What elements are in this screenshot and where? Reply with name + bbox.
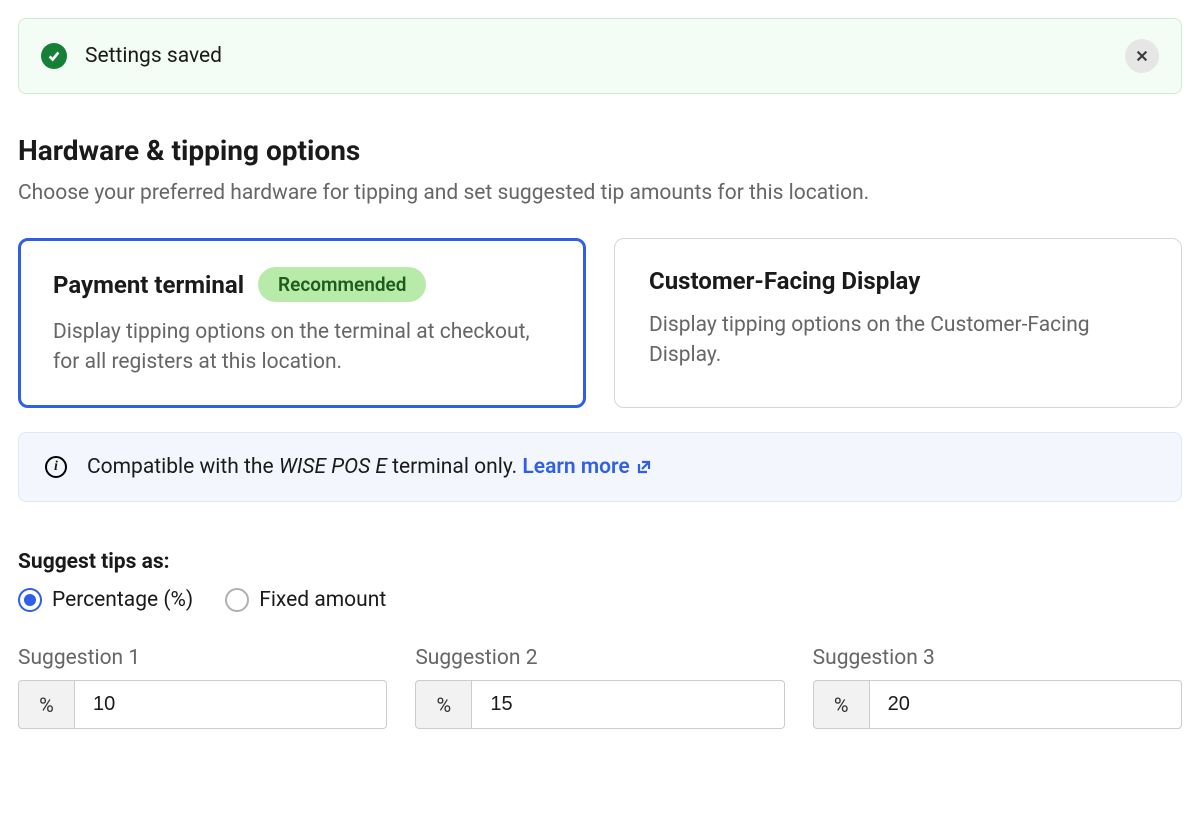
tip-mode-radios: Percentage (%) Fixed amount	[18, 588, 1182, 612]
info-prefix: Compatible with the	[87, 455, 279, 479]
learn-more-link[interactable]: Learn more	[522, 455, 651, 479]
suggestion-2-input[interactable]	[471, 680, 784, 729]
radio-label: Fixed amount	[259, 588, 386, 612]
suggestion-input-group: %	[415, 680, 784, 729]
check-icon	[41, 43, 67, 69]
radio-fixed-amount[interactable]: Fixed amount	[225, 588, 386, 612]
tip-suggestions: Suggestion 1 % Suggestion 2 % Suggestion…	[18, 646, 1182, 729]
alert-message: Settings saved	[85, 44, 1107, 68]
radio-dot-icon	[18, 588, 42, 612]
tip-mode-label: Suggest tips as:	[18, 550, 1182, 574]
card-title: Payment terminal	[53, 271, 244, 299]
suggestion-label: Suggestion 1	[18, 646, 387, 670]
percent-prefix: %	[813, 680, 869, 729]
radio-label: Percentage (%)	[52, 588, 193, 612]
card-description: Display tipping options on the terminal …	[53, 318, 551, 377]
page-title: Hardware & tipping options	[18, 134, 1182, 167]
card-header: Payment terminal Recommended	[53, 267, 551, 302]
suggestion-input-group: %	[813, 680, 1182, 729]
info-device: WISE POS E	[279, 455, 387, 479]
hardware-options: Payment terminal Recommended Display tip…	[18, 238, 1182, 408]
success-alert: Settings saved	[18, 18, 1182, 94]
compatibility-info: i Compatible with the WISE POS E termina…	[18, 432, 1182, 502]
external-link-icon	[636, 459, 652, 475]
page-subtitle: Choose your preferred hardware for tippi…	[18, 179, 1182, 208]
learn-more-label: Learn more	[522, 455, 629, 479]
card-description: Display tipping options on the Customer-…	[649, 311, 1147, 370]
recommended-badge: Recommended	[258, 267, 426, 302]
suggestion-label: Suggestion 3	[813, 646, 1182, 670]
close-icon	[1135, 49, 1149, 63]
suggestion-3: Suggestion 3 %	[813, 646, 1182, 729]
suggestion-1: Suggestion 1 %	[18, 646, 387, 729]
suggestion-2: Suggestion 2 %	[415, 646, 784, 729]
suggestion-input-group: %	[18, 680, 387, 729]
percent-prefix: %	[415, 680, 471, 729]
radio-dot-icon	[225, 588, 249, 612]
info-icon: i	[45, 456, 67, 478]
info-suffix: terminal only.	[387, 455, 522, 479]
suggestion-1-input[interactable]	[74, 680, 387, 729]
suggestion-label: Suggestion 2	[415, 646, 784, 670]
percent-prefix: %	[18, 680, 74, 729]
suggestion-3-input[interactable]	[869, 680, 1182, 729]
card-header: Customer-Facing Display	[649, 267, 1147, 295]
close-alert-button[interactable]	[1125, 39, 1159, 73]
info-text: Compatible with the WISE POS E terminal …	[87, 455, 652, 479]
option-payment-terminal[interactable]: Payment terminal Recommended Display tip…	[18, 238, 586, 408]
option-customer-facing-display[interactable]: Customer-Facing Display Display tipping …	[614, 238, 1182, 408]
radio-percentage[interactable]: Percentage (%)	[18, 588, 193, 612]
card-title: Customer-Facing Display	[649, 267, 920, 295]
